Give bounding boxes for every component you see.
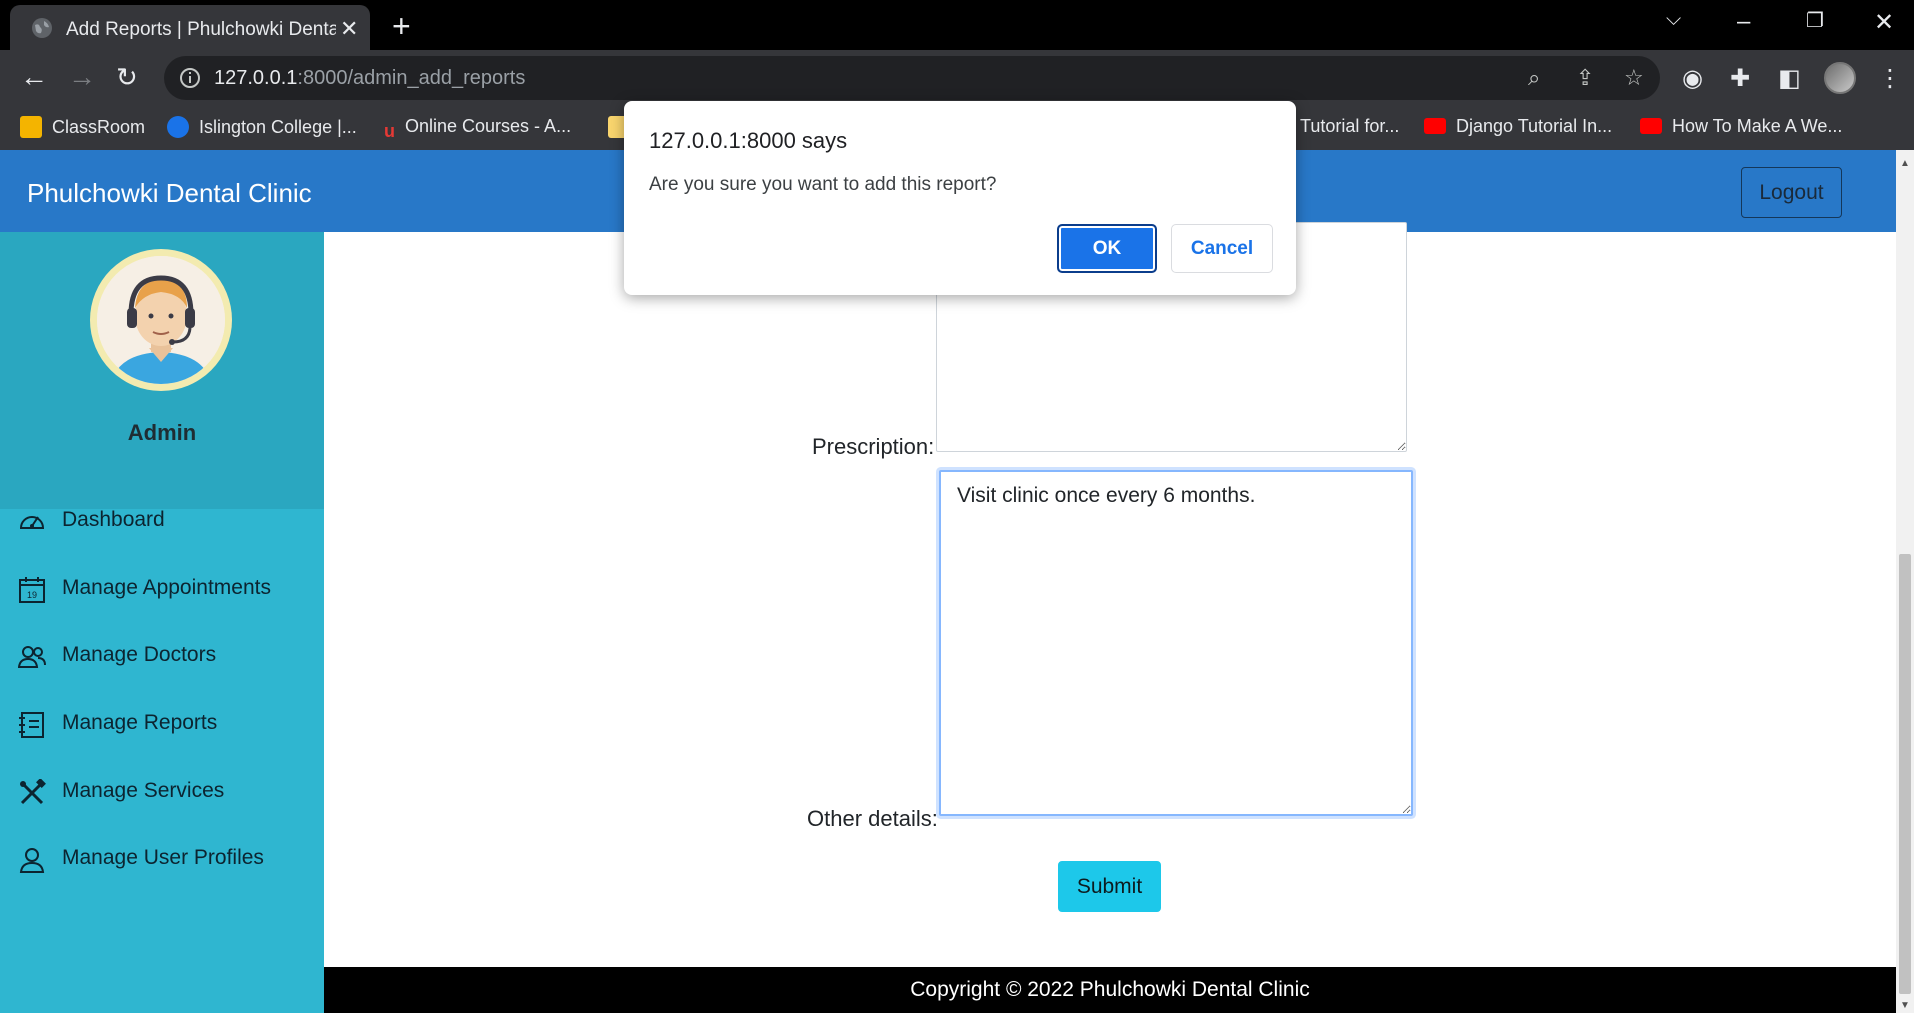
browser-tab-strip: Add Reports | Phulchowki Dental ✕ + ⌵ – … [0,0,1914,50]
people-icon [18,646,46,668]
sidebar-item-user-profiles[interactable]: Manage User Profiles [18,840,318,880]
new-tab-icon[interactable]: + [392,8,411,45]
forward-arrow-icon[interactable]: → [68,62,96,92]
bookmark-islington[interactable]: Islington College |... [167,116,357,138]
globe-icon [32,18,52,38]
avatar [97,256,225,384]
profile-avatar[interactable] [1824,62,1856,94]
udemy-icon: u [384,121,395,141]
footer: Copyright © 2022 Phulchowki Dental Clini… [324,967,1896,1013]
scrollbar-thumb[interactable] [1899,554,1911,994]
prescription-label: Prescription: [812,434,935,459]
cancel-button[interactable]: Cancel [1171,224,1273,273]
person-icon [19,848,45,873]
scroll-down-icon[interactable]: ▼ [1900,1000,1910,1011]
sidebar-item-label: Dashboard [62,508,165,531]
url-text[interactable]: 127.0.0.1:8000/admin_add_reports [214,67,525,90]
admin-username: Admin [127,420,197,445]
svg-text:19: 19 [27,590,37,600]
browser-tab-active[interactable]: Add Reports | Phulchowki Dental ✕ [10,5,370,50]
submit-button[interactable]: Submit [1058,861,1161,912]
dialog-title: 127.0.0.1:8000 says [649,128,848,153]
bookmark-star-icon[interactable]: ☆ [1624,65,1644,91]
bookmark-how-to-make[interactable]: How To Make A We... [1640,116,1842,137]
profile-panel: Admin [0,232,324,509]
page-scrollbar[interactable]: ▲ ▼ [1896,150,1914,1013]
sidebar: Admin Dashboard 19 Manage Appointments M… [0,232,324,1013]
confirm-dialog: 127.0.0.1:8000 says Are you sure you wan… [624,101,1296,295]
other-details-label: Other details: [807,806,938,831]
reload-icon[interactable]: ↻ [116,62,138,92]
close-window-icon[interactable]: ✕ [1874,8,1894,37]
browser-menu-icon[interactable]: ⋮ [1878,64,1902,93]
browser-toolbar: ← → ↻ 127.0.0.1:8000/admin_add_reports ⌕… [0,50,1914,106]
sidebar-item-label: Manage Appointments [62,576,271,599]
share-icon[interactable]: ⇪ [1576,65,1594,91]
tools-icon [20,779,46,805]
extension-spy-icon[interactable]: ◉ [1682,64,1703,93]
other-details-textarea[interactable] [939,470,1413,816]
ok-button[interactable]: OK [1057,224,1157,273]
address-bar[interactable]: 127.0.0.1:8000/admin_add_reports ⌕ ⇪ ☆ [164,56,1660,100]
sidebar-item-dashboard[interactable]: Dashboard [18,502,318,542]
minimize-icon[interactable]: – [1737,8,1750,36]
sidebar-item-reports[interactable]: Manage Reports [18,705,318,745]
close-tab-icon[interactable]: ✕ [340,16,358,42]
logout-button[interactable]: Logout [1741,167,1842,218]
extensions-puzzle-icon[interactable]: ✚ [1730,64,1750,93]
sidebar-item-services[interactable]: Manage Services [18,773,318,813]
site-info-icon[interactable] [178,66,202,90]
zoom-icon[interactable]: ⌕ [1528,65,1540,91]
sidebar-item-label: Manage Services [62,779,225,802]
bookmark-django[interactable]: Django Tutorial In... [1424,116,1612,137]
add-report-form: Prescription: Other details: Submit [324,222,1896,972]
bookmark-classroom[interactable]: ClassRoom [20,116,145,138]
sidebar-item-label: Manage Doctors [62,643,217,666]
dialog-message: Are you sure you want to add this report… [649,174,997,195]
side-panel-icon[interactable]: ◧ [1778,64,1801,93]
journal-icon [19,712,44,738]
restore-icon[interactable]: ❐ [1806,8,1824,33]
tab-title: Add Reports | Phulchowki Dental [66,19,336,40]
youtube-icon [1424,118,1446,134]
classroom-icon [20,116,42,138]
bookmark-online-courses[interactable]: u Online Courses - A... [384,116,571,143]
islington-icon [167,116,189,138]
tab-search-chevron-icon[interactable]: ⌵ [1666,8,1681,31]
back-arrow-icon[interactable]: ← [20,62,48,92]
dashboard-gauge-icon [19,516,45,529]
calendar-icon: 19 [19,577,45,603]
sidebar-item-label: Manage User Profiles [62,846,264,869]
scroll-up-icon[interactable]: ▲ [1900,158,1910,169]
sidebar-item-doctors[interactable]: Manage Doctors [18,637,318,677]
bookmark-tutorial[interactable]: Tutorial for... [1300,116,1399,137]
sidebar-item-label: Manage Reports [62,711,218,734]
support-agent-icon [97,256,225,384]
youtube-icon [1640,118,1662,134]
brand-title[interactable]: Phulchowki Dental Clinic [27,178,312,209]
sidebar-item-appointments[interactable]: 19 Manage Appointments [18,570,318,610]
